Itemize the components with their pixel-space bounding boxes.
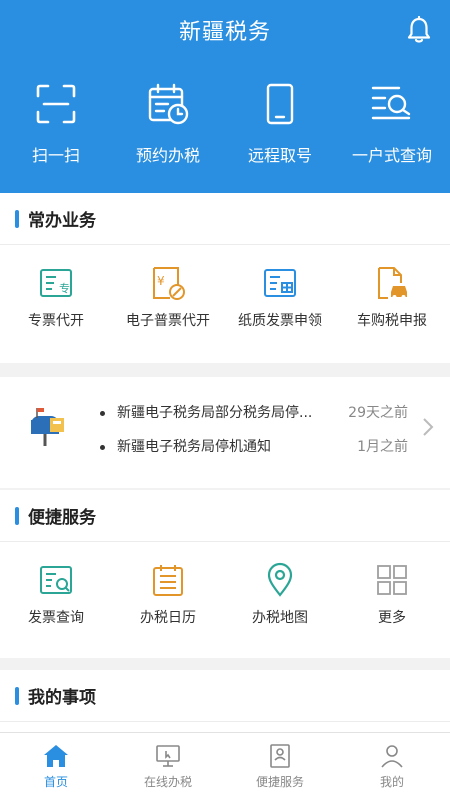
bullet-dot: [100, 444, 105, 450]
section-header: 常办业务: [0, 193, 450, 245]
common-item-car-tax[interactable]: 车购税申报: [336, 265, 448, 331]
tab-convenient[interactable]: 便捷服务: [224, 733, 336, 790]
scan-icon: [36, 84, 76, 124]
chevron-right-icon[interactable]: [422, 417, 434, 437]
user-icon: [381, 745, 403, 768]
person-card-icon: [270, 744, 290, 768]
more-grid-icon: [377, 565, 407, 595]
section-title: 便捷服务: [28, 508, 96, 528]
page-title: 新疆税务: [178, 20, 271, 45]
common-item-label: 车购税申报: [357, 313, 427, 329]
svg-text:专: 专: [59, 281, 70, 295]
common-item-paper-invoice[interactable]: 纸质发票申领: [224, 265, 336, 331]
notice-item[interactable]: 新疆电子税务局停机通知: [100, 436, 271, 456]
notice-time: 1月之前: [357, 439, 408, 455]
monitor-icon: [156, 745, 180, 767]
notice-text: 新疆电子税务局部分税务局停...: [117, 405, 313, 421]
tab-label: 首页: [43, 775, 68, 789]
svg-text:¥: ¥: [157, 274, 165, 288]
paper-invoice-icon: [264, 269, 296, 297]
service-item-label: 办税日历: [140, 610, 196, 626]
common-item-label: 电子普票代开: [126, 313, 210, 329]
quick-action-query[interactable]: 一户式查询: [336, 82, 448, 166]
common-business-section: 常办业务 专 专票代开 ¥ 电子普票代开 纸质发票申领 车购税申报: [0, 193, 450, 363]
tab-label: 便捷服务: [255, 775, 304, 789]
tab-label: 我的: [379, 775, 404, 789]
service-item-tax-map[interactable]: 办税地图: [224, 562, 336, 628]
notice-text: 新疆电子税务局停机通知: [117, 439, 271, 455]
calendar-icon: [148, 83, 189, 125]
car-tax-icon: [378, 267, 407, 299]
service-item-tax-calendar[interactable]: 办税日历: [112, 562, 224, 628]
section-header: 我的事项: [0, 670, 450, 722]
service-item-label: 更多: [378, 610, 406, 626]
quick-action-label: 一户式查询: [351, 146, 432, 165]
map-pin-icon: [267, 562, 293, 597]
common-item-e-invoice[interactable]: ¥ 电子普票代开: [112, 265, 224, 331]
invoice-search-icon: [40, 566, 72, 594]
service-item-label: 发票查询: [28, 610, 84, 626]
notice-time: 29天之前: [348, 405, 408, 421]
common-item-label: 专票代开: [28, 313, 84, 329]
section-header: 便捷服务: [0, 490, 450, 542]
bottom-tab-bar: 首页 在线办税 便捷服务 我的: [0, 732, 450, 800]
phone-icon: [266, 83, 294, 125]
common-item-special-invoice[interactable]: 专 专票代开: [0, 265, 112, 331]
tab-label: 在线办税: [143, 775, 192, 789]
tax-calendar-icon: [153, 565, 183, 596]
e-invoice-icon: ¥: [153, 267, 185, 300]
header-banner: 新疆税务 扫一扫 预约办税 远程取号 一户式查询: [0, 0, 450, 193]
section-title: 我的事项: [28, 688, 96, 708]
quick-action-scan[interactable]: 扫一扫: [0, 82, 112, 166]
section-marker: [15, 687, 19, 705]
quick-action-label: 扫一扫: [31, 146, 80, 165]
mailbox-icon: [31, 408, 64, 446]
service-item-label: 办税地图: [252, 610, 308, 626]
tab-home[interactable]: 首页: [0, 733, 112, 790]
tab-online-tax[interactable]: 在线办税: [112, 733, 224, 790]
section-marker: [15, 210, 19, 228]
tab-mine[interactable]: 我的: [336, 733, 448, 790]
service-item-more[interactable]: 更多: [336, 562, 448, 628]
quick-action-label: 远程取号: [247, 146, 312, 165]
list-search-icon: [371, 86, 411, 120]
bullet-dot: [100, 410, 105, 416]
quick-action-appointment[interactable]: 预约办税: [112, 82, 224, 166]
service-item-invoice-search[interactable]: 发票查询: [0, 562, 112, 628]
section-marker: [15, 507, 19, 525]
common-item-label: 纸质发票申领: [238, 313, 322, 329]
special-invoice-icon: 专: [40, 269, 72, 297]
my-items-section: 我的事项: [0, 670, 450, 732]
quick-action-label: 预约办税: [135, 146, 200, 165]
quick-action-remote-number[interactable]: 远程取号: [224, 82, 336, 166]
section-title: 常办业务: [28, 211, 96, 231]
convenient-services-section: 便捷服务 发票查询 办税日历 办税地图 更多: [0, 490, 450, 658]
notice-item[interactable]: 新疆电子税务局部分税务局停...: [100, 402, 312, 422]
bell-icon[interactable]: [406, 16, 432, 44]
home-icon: [44, 745, 68, 767]
notice-panel[interactable]: 新疆电子税务局部分税务局停... 29天之前 新疆电子税务局停机通知 1月之前: [0, 377, 450, 488]
